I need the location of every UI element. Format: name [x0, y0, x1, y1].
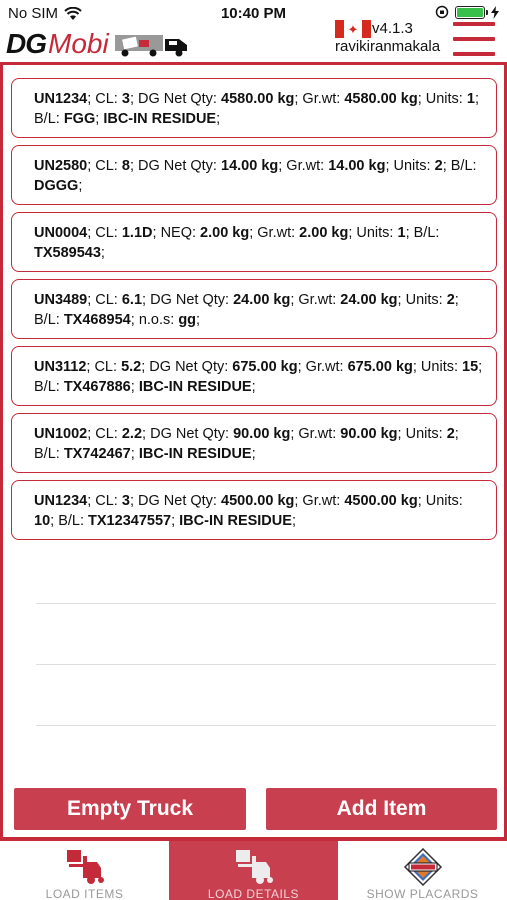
forklift-icon — [235, 850, 273, 884]
load-item-card[interactable]: UN3112; CL: 5.2; DG Net Qty: 675.00 kg; … — [11, 346, 497, 406]
load-item-card[interactable]: UN1234; CL: 3; DG Net Qty: 4580.00 kg; G… — [11, 78, 497, 138]
units-value: 15 — [462, 359, 479, 375]
gross-weight-value: 675.00 kg — [347, 359, 413, 375]
nos-value: gg — [178, 312, 197, 328]
class-value: 2.2 — [121, 426, 143, 442]
truck-logo-icon — [114, 35, 187, 57]
logo-mobi-text: Mobi — [48, 28, 109, 59]
quantity-value: 4580.00 kg — [221, 91, 295, 107]
tab-show-placards[interactable]: SHOW PLACARDS — [338, 841, 507, 900]
gross-weight-value: 90.00 kg — [340, 426, 398, 442]
dgmobi-logo: DG Mobi — [6, 28, 195, 60]
add-item-button[interactable]: Add Item — [266, 788, 497, 830]
units-value: 2 — [446, 426, 455, 442]
gross-weight-value: 4580.00 kg — [344, 91, 418, 107]
units-value: 2 — [446, 292, 455, 308]
hamburger-menu-button[interactable] — [453, 22, 495, 58]
gross-weight-value: 14.00 kg — [328, 158, 386, 174]
units-value: 2 — [434, 158, 443, 174]
tab-label: LOAD ITEMS — [45, 887, 124, 900]
un-number: UN1234 — [34, 91, 88, 107]
un-number: UN3489 — [34, 292, 88, 308]
quantity-label: NEQ: — [160, 225, 197, 241]
class-value: 6.1 — [121, 292, 143, 308]
quantity-label: DG Net Qty: — [138, 493, 217, 509]
residue-note: IBC-IN RESIDUE — [103, 111, 217, 127]
units-value: 1 — [397, 225, 406, 241]
residue-note: IBC-IN RESIDUE — [138, 446, 252, 462]
un-number: UN0004 — [34, 225, 88, 241]
load-item-card[interactable]: UN0004; CL: 1.1D; NEQ: 2.00 kg; Gr.wt: 2… — [11, 212, 497, 272]
un-number: UN2580 — [34, 158, 88, 174]
units-value: 1 — [466, 91, 475, 107]
residue-note: IBC-IN RESIDUE — [179, 513, 292, 529]
quantity-value: 14.00 kg — [221, 158, 279, 174]
quantity-value: 2.00 kg — [200, 225, 250, 241]
list-divider — [36, 725, 496, 726]
un-number: UN1234 — [34, 493, 88, 509]
bill-of-lading-value: TX742467 — [63, 446, 131, 462]
units-value: 10 — [34, 513, 51, 529]
load-items-list: UN1234; CL: 3; DG Net Qty: 4580.00 kg; G… — [11, 78, 497, 547]
list-divider — [36, 664, 496, 665]
quantity-label: DG Net Qty: — [150, 292, 230, 308]
class-value: 3 — [121, 91, 130, 107]
charging-bolt-icon — [491, 5, 499, 19]
bill-of-lading-value: TX12347557 — [88, 513, 172, 529]
tab-label: SHOW PLACARDS — [366, 887, 479, 900]
status-bar: No SIM 10:40 PM — [0, 0, 507, 26]
un-number: UN3112 — [34, 359, 87, 375]
quantity-value: 4500.00 kg — [221, 493, 295, 509]
orientation-lock-icon — [435, 5, 449, 19]
class-value: 3 — [121, 493, 130, 509]
quantity-label: DG Net Qty: — [150, 426, 230, 442]
quantity-label: DG Net Qty: — [138, 158, 217, 174]
quantity-label: DG Net Qty: — [138, 91, 217, 107]
empty-list-rows — [36, 603, 496, 726]
load-item-card[interactable]: UN3489; CL: 6.1; DG Net Qty: 24.00 kg; G… — [11, 279, 497, 339]
quantity-label: DG Net Qty: — [149, 359, 229, 375]
battery-icon — [455, 5, 488, 19]
quantity-value: 90.00 kg — [233, 426, 291, 442]
gross-weight-value: 24.00 kg — [340, 292, 398, 308]
logo-dg-text: DG — [6, 28, 47, 59]
class-value: 1.1D — [121, 225, 153, 241]
bottom-tab-bar: LOAD ITEMS LOAD DETAILS SHOW PLACARDS — [0, 840, 507, 900]
bill-of-lading-value: TX467886 — [63, 379, 131, 395]
class-value: 8 — [121, 158, 130, 174]
bill-of-lading-value: TX589543 — [34, 245, 101, 261]
bill-of-lading-value: TX468954 — [63, 312, 131, 328]
danger-placard-icon — [403, 848, 442, 886]
app-header: DG Mobi ✦ v4.1.3 ravikiranmakala — [0, 20, 507, 62]
status-time: 10:40 PM — [220, 5, 287, 22]
load-item-card[interactable]: UN2580; CL: 8; DG Net Qty: 14.00 kg; Gr.… — [11, 145, 497, 205]
gross-weight-value: 2.00 kg — [299, 225, 349, 241]
tab-load-items[interactable]: LOAD ITEMS — [0, 841, 169, 900]
tab-label: LOAD DETAILS — [207, 887, 300, 900]
class-value: 5.2 — [121, 359, 142, 375]
username: ravikiranmakala — [335, 38, 441, 55]
empty-truck-button[interactable]: Empty Truck — [14, 788, 246, 830]
load-item-card[interactable]: UN1002; CL: 2.2; DG Net Qty: 90.00 kg; G… — [11, 413, 497, 473]
canada-flag-icon: ✦ — [335, 20, 371, 38]
tab-load-details[interactable]: LOAD DETAILS — [169, 841, 338, 900]
list-divider — [36, 603, 496, 604]
app-version: v4.1.3 — [372, 20, 413, 37]
bill-of-lading-value: FGG — [63, 111, 96, 127]
gross-weight-value: 4500.00 kg — [344, 493, 418, 509]
quantity-value: 24.00 kg — [233, 292, 291, 308]
un-number: UN1002 — [34, 426, 88, 442]
load-item-card[interactable]: UN1234; CL: 3; DG Net Qty: 4500.00 kg; G… — [11, 480, 497, 540]
bill-of-lading-value: DGGG — [34, 178, 79, 194]
quantity-value: 675.00 kg — [232, 359, 298, 375]
forklift-icon — [66, 850, 104, 884]
residue-note: IBC-IN RESIDUE — [138, 379, 252, 395]
